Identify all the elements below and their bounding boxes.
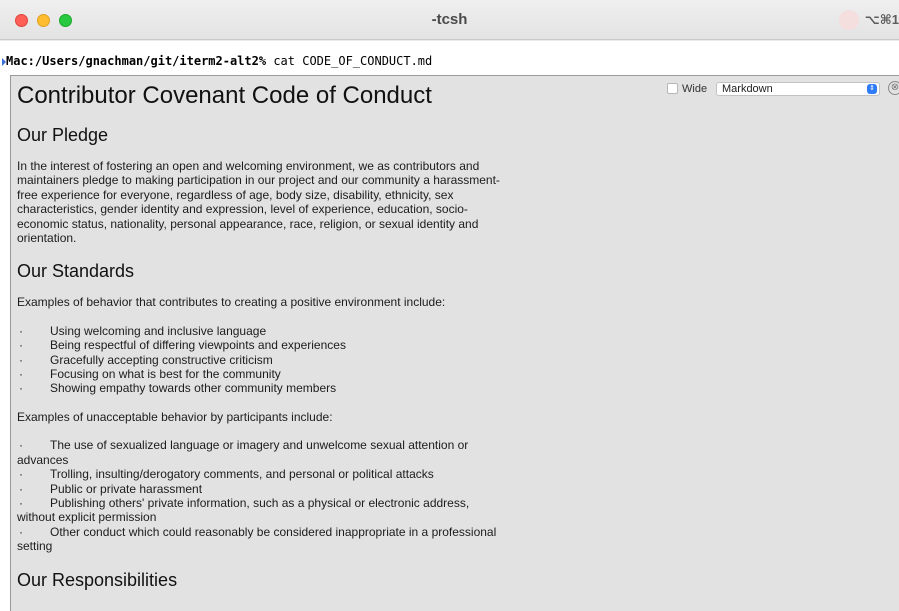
- select-arrows-icon: ⇕: [867, 84, 877, 94]
- markdown-content: Contributor Covenant Code of Conduct Our…: [17, 81, 507, 604]
- list-item: · Showing empathy towards other community…: [19, 381, 337, 396]
- list-item: · Trolling, insulting/derogatory comments…: [19, 467, 434, 482]
- list-item: · Public or private harassment: [19, 481, 203, 496]
- window-titlebar: -tcsh ⌥⌘1: [0, 0, 899, 40]
- close-render-icon[interactable]: ⊗: [888, 81, 899, 95]
- list-item: · Gracefully accepting constructive criti…: [19, 352, 273, 367]
- section-heading-standards: Our Standards: [17, 261, 135, 282]
- list-item: · Being respectful of differing viewpoint…: [19, 338, 346, 353]
- list-item: · Other conduct which could reasonably be…: [17, 524, 497, 554]
- section-heading-responsibilities: Our Responsibilities: [17, 569, 178, 590]
- wide-checkbox[interactable]: [667, 83, 678, 94]
- format-select[interactable]: Markdown ⇕: [716, 82, 880, 96]
- document-title: Contributor Covenant Code of Conduct: [17, 82, 432, 109]
- window-title: -tcsh: [431, 11, 468, 28]
- tab-indicator: [839, 10, 859, 30]
- command-text: cat CODE_OF_CONDUCT.md: [266, 54, 433, 68]
- unacceptable-intro: Examples of unacceptable behavior by par…: [17, 409, 333, 424]
- section-heading-pledge: Our Pledge: [17, 125, 109, 145]
- list-item: · Using welcoming and inclusive language: [19, 323, 267, 338]
- wide-label: Wide: [682, 83, 708, 95]
- markdown-render-block: Wide Markdown ⇕ ⊗ Contributor Covenant C…: [10, 75, 899, 611]
- positive-behavior-list: · Using welcoming and inclusive language …: [17, 324, 507, 396]
- list-item: · Focusing on what is best for the commun…: [19, 367, 281, 382]
- unacceptable-behavior-list: · The use of sexualized language or image…: [17, 438, 507, 553]
- list-item: · Publishing others' private information,…: [17, 495, 470, 525]
- format-select-value: Markdown: [722, 83, 773, 95]
- pledge-paragraph: In the interest of fostering an open and…: [17, 159, 500, 246]
- standards-intro: Examples of behavior that contributes to…: [17, 295, 446, 310]
- prompt-line: Mac:/Users/gnachman/git/iterm2-alt2% cat…: [6, 54, 432, 68]
- prompt-path: Mac:/Users/gnachman/git/iterm2-alt2%: [6, 54, 267, 68]
- terminal-session[interactable]: Mac:/Users/gnachman/git/iterm2-alt2% cat…: [0, 41, 899, 611]
- list-item: · The use of sexualized language or image…: [17, 438, 469, 467]
- tab-shortcut-label: ⌥⌘1: [864, 12, 899, 27]
